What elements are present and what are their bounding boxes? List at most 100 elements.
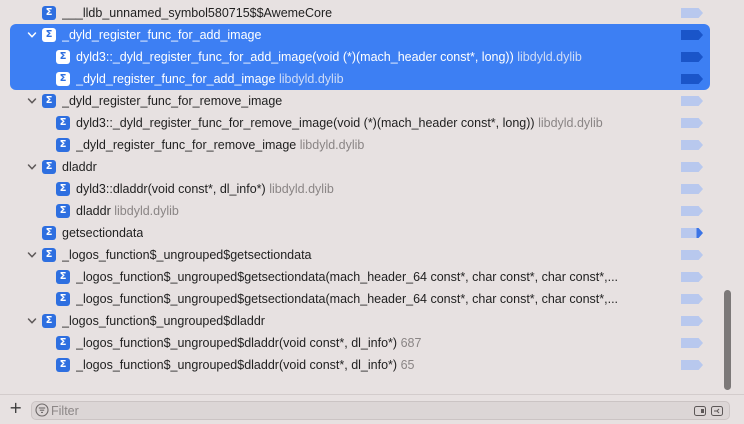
list-item[interactable]: Σ _logos_function$_ungrouped$dladdr	[0, 310, 712, 332]
disclosure-chevron-icon[interactable]	[27, 96, 37, 106]
library-name: libdyld.dylib	[538, 116, 603, 130]
symbol-label: _logos_function$_ungrouped$getsectiondat…	[76, 288, 618, 310]
breakpoint-icon[interactable]	[681, 294, 703, 304]
symbol-name: _logos_function$_ungrouped$dladdr	[62, 314, 265, 328]
list-item[interactable]: Σdyld3::dladdr(void const*, dl_info*) li…	[0, 178, 712, 200]
bottom-filter-bar: +	[0, 394, 744, 424]
symbol-name: _logos_function$_ungrouped$getsectiondat…	[76, 270, 619, 284]
symbol-name: dyld3::_dyld_register_func_for_add_image…	[76, 50, 514, 64]
symbol-icon: Σ	[56, 292, 70, 306]
symbol-name: ___lldb_unnamed_symbol580715$$AwemeCore	[62, 6, 333, 20]
symbol-name: getsectiondata	[62, 226, 144, 240]
symbol-icon: Σ	[56, 336, 70, 350]
symbol-icon: Σ	[42, 314, 56, 328]
breakpoint-icon[interactable]	[681, 338, 703, 348]
breakpoint-icon[interactable]	[681, 140, 703, 150]
symbol-name: dyld3::_dyld_register_func_for_remove_im…	[76, 116, 535, 130]
list-item[interactable]: Σ _dyld_register_func_for_add_image	[10, 24, 710, 46]
symbol-icon: Σ	[56, 72, 70, 86]
list-item[interactable]: Σ _dyld_register_func_for_remove_image li…	[0, 134, 712, 156]
symbol-icon: Σ	[42, 226, 56, 240]
show-all-icon[interactable]	[694, 405, 706, 416]
symbol-icon: Σ	[56, 116, 70, 130]
list-item[interactable]: Σdyld3::_dyld_register_func_for_add_imag…	[10, 46, 710, 68]
symbol-label: _logos_function$_ungrouped$getsectiondat…	[76, 266, 618, 288]
list-item[interactable]: Σgetsectiondata	[0, 222, 712, 244]
list-item[interactable]: Σ _dyld_register_func_for_remove_image	[0, 90, 712, 112]
symbol-icon: Σ	[42, 28, 56, 42]
symbol-label: dladdr	[62, 156, 97, 178]
symbol-label: _logos_function$_ungrouped$dladdr(void c…	[76, 332, 421, 354]
library-name: libdyld.dylib	[114, 204, 179, 218]
symbol-name: _logos_function$_ungrouped$dladdr(void c…	[76, 358, 398, 372]
symbol-icon: Σ	[56, 182, 70, 196]
symbol-name: _logos_function$_ungrouped$getsectiondat…	[76, 292, 619, 306]
list-item[interactable]: Σ _dyld_register_func_for_add_image libdy…	[10, 68, 710, 90]
library-name: libdyld.dylib	[517, 50, 582, 64]
breakpoint-icon[interactable]	[681, 272, 703, 282]
list-item[interactable]: Σdladdr	[0, 156, 712, 178]
symbol-icon: Σ	[56, 50, 70, 64]
list-item[interactable]: Σ _logos_function$_ungrouped$getsectionda…	[0, 244, 712, 266]
library-name: 65	[400, 358, 415, 372]
symbol-name: dyld3::dladdr(void const*, dl_info*)	[76, 182, 266, 196]
breakpoint-icon[interactable]	[681, 162, 703, 172]
list-item[interactable]: Σdyld3::_dyld_register_func_for_remove_i…	[0, 112, 712, 134]
breakpoint-list[interactable]: Σ ___lldb_unnamed_symbol580715$$AwemeCore…	[0, 0, 712, 392]
disclosure-chevron-icon[interactable]	[27, 30, 37, 40]
symbol-label: _dyld_register_func_for_remove_image lib…	[76, 134, 364, 156]
symbol-label: _logos_function$_ungrouped$dladdr(void c…	[76, 354, 414, 376]
symbol-name: _logos_function$_ungrouped$getsectiondat…	[62, 248, 312, 262]
library-name: libdyld.dylib	[278, 72, 344, 86]
symbol-icon: Σ	[56, 358, 70, 372]
breakpoint-icon[interactable]	[681, 250, 703, 260]
filter-field[interactable]	[31, 401, 730, 420]
library-name: libdyld.dylib	[299, 138, 365, 152]
breakpoint-icon[interactable]	[681, 52, 703, 62]
symbol-icon: Σ	[56, 204, 70, 218]
symbol-label: _dyld_register_func_for_remove_image	[62, 90, 282, 112]
symbol-label: dyld3::_dyld_register_func_for_remove_im…	[76, 112, 603, 134]
breakpoint-icon[interactable]	[681, 206, 703, 216]
breakpoint-icon[interactable]	[681, 360, 703, 370]
scrollbar-thumb[interactable]	[724, 290, 731, 390]
library-name: 687	[400, 336, 422, 350]
symbol-label: getsectiondata	[62, 222, 143, 244]
symbol-name: _dyld_register_func_for_remove_image	[62, 94, 283, 108]
list-item[interactable]: Σ _logos_function$_ungrouped$dladdr(void …	[0, 354, 712, 376]
list-item[interactable]: Σ ___lldb_unnamed_symbol580715$$AwemeCore	[0, 2, 712, 24]
list-item[interactable]: Σ _logos_function$_ungrouped$getsectionda…	[0, 266, 712, 288]
disclosure-chevron-icon[interactable]	[27, 316, 37, 326]
disclosure-chevron-icon[interactable]	[27, 250, 37, 260]
symbol-name: _dyld_register_func_for_add_image	[62, 28, 262, 42]
filter-input[interactable]	[51, 402, 671, 419]
symbol-label: dladdr libdyld.dylib	[76, 200, 179, 222]
disclosure-chevron-icon[interactable]	[27, 162, 37, 172]
symbol-icon: Σ	[42, 160, 56, 174]
symbol-icon: Σ	[56, 270, 70, 284]
breakpoint-icon[interactable]	[681, 228, 703, 238]
breakpoint-icon[interactable]	[681, 30, 703, 40]
symbol-label: _dyld_register_func_for_add_image	[62, 24, 261, 46]
symbol-name: _dyld_register_func_for_remove_image	[76, 138, 297, 152]
enabled-only-icon[interactable]	[711, 405, 723, 416]
list-item[interactable]: Σ _logos_function$_ungrouped$dladdr(void …	[0, 332, 712, 354]
breakpoint-icon[interactable]	[681, 8, 703, 18]
breakpoint-icon[interactable]	[681, 96, 703, 106]
symbol-icon: Σ	[42, 94, 56, 108]
breakpoint-icon[interactable]	[681, 118, 703, 128]
list-item[interactable]: Σ _logos_function$_ungrouped$getsectionda…	[0, 288, 712, 310]
filter-icon	[35, 403, 49, 417]
breakpoint-icon[interactable]	[681, 316, 703, 326]
symbol-label: dyld3::dladdr(void const*, dl_info*) lib…	[76, 178, 334, 200]
breakpoint-icon[interactable]	[681, 184, 703, 194]
symbol-name: _dyld_register_func_for_add_image	[76, 72, 276, 86]
symbol-label: ___lldb_unnamed_symbol580715$$AwemeCore	[62, 2, 332, 24]
list-item[interactable]: Σdladdr libdyld.dylib	[0, 200, 712, 222]
symbol-name: dladdr	[76, 204, 111, 218]
add-breakpoint-button[interactable]: +	[9, 400, 25, 416]
symbol-label: dyld3::_dyld_register_func_for_add_image…	[76, 46, 582, 68]
symbol-icon: Σ	[42, 6, 56, 20]
breakpoint-icon[interactable]	[681, 74, 703, 84]
symbol-icon: Σ	[42, 248, 56, 262]
